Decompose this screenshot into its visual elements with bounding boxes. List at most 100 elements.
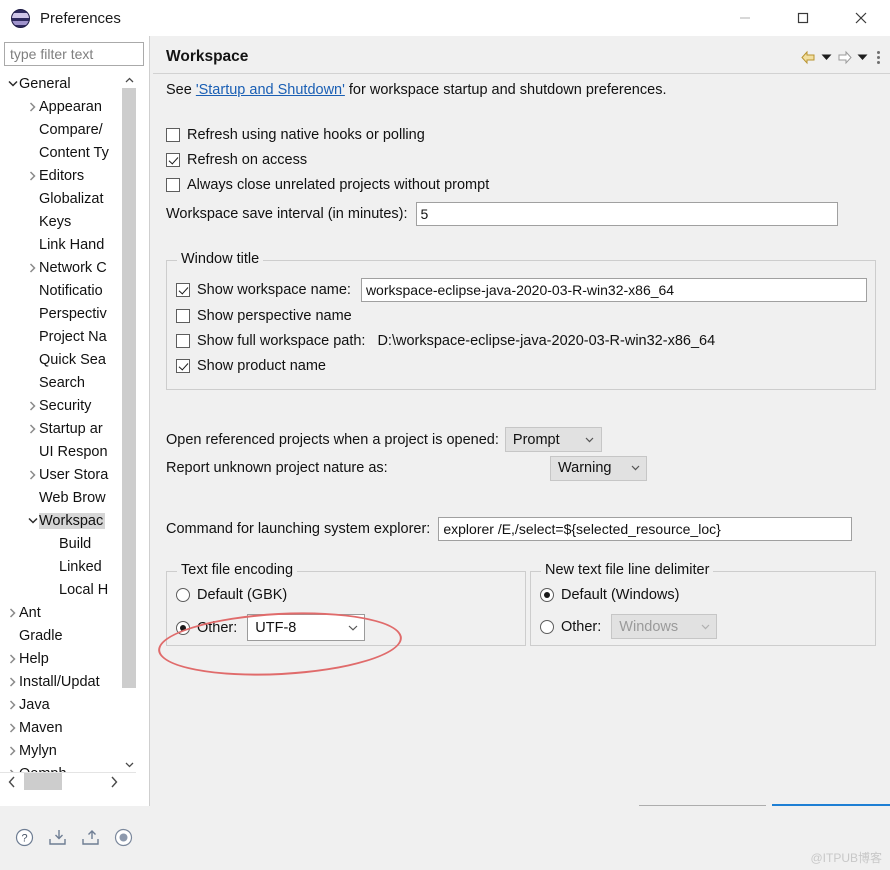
show-full-workspace-path-checkbox[interactable] <box>176 334 190 348</box>
show-product-name-row[interactable]: Show product name <box>176 358 326 374</box>
chevron-right-icon[interactable] <box>26 262 39 273</box>
sidebar-item-network-c[interactable]: Network C <box>0 256 136 279</box>
sidebar-item-link-hand[interactable]: Link Hand <box>0 233 136 256</box>
back-history-chevron-down-icon[interactable] <box>820 40 833 74</box>
show-workspace-name-checkbox[interactable] <box>176 283 190 297</box>
sidebar-item-local-h[interactable]: Local H <box>0 578 136 601</box>
chevron-right-icon[interactable] <box>6 699 19 710</box>
chevron-right-icon[interactable] <box>6 607 19 618</box>
chevron-right-icon[interactable] <box>6 653 19 664</box>
sidebar-item-general[interactable]: General <box>0 72 136 95</box>
delimiter-other-radio[interactable] <box>540 619 554 634</box>
sidebar-item-java[interactable]: Java <box>0 693 136 716</box>
sidebar-item-globalizat[interactable]: Globalizat <box>0 187 136 210</box>
chevron-down-icon[interactable] <box>6 80 19 87</box>
sidebar-item-linked[interactable]: Linked <box>0 555 136 578</box>
sidebar-item-appearan[interactable]: Appearan <box>0 95 136 118</box>
chevron-down-icon[interactable] <box>26 517 39 524</box>
close-unrelated-projects-checkbox[interactable] <box>166 178 180 192</box>
chevron-right-icon[interactable] <box>6 722 19 733</box>
show-perspective-name-row[interactable]: Show perspective name <box>176 308 352 324</box>
sidebar-item-keys[interactable]: Keys <box>0 210 136 233</box>
sidebar-item-build[interactable]: Build <box>0 532 136 555</box>
chevron-right-icon[interactable] <box>26 469 39 480</box>
delimiter-default-radio-row[interactable]: Default (Windows) <box>540 587 679 603</box>
encoding-value: UTF-8 <box>255 619 297 636</box>
tree-hscroll-thumb[interactable] <box>24 773 62 790</box>
preferences-circle-icon[interactable] <box>113 827 134 848</box>
scroll-up-icon[interactable] <box>122 72 136 88</box>
sidebar-item-workspac[interactable]: Workspac <box>0 509 136 532</box>
scroll-down-icon[interactable] <box>122 756 136 772</box>
tree-vertical-scrollbar[interactable] <box>122 72 136 772</box>
tree-horizontal-scrollbar[interactable] <box>0 772 136 790</box>
sidebar-item-search[interactable]: Search <box>0 371 136 394</box>
import-icon[interactable] <box>47 827 68 848</box>
chevron-right-icon[interactable] <box>26 170 39 181</box>
preferences-tree[interactable]: General Appearan Compare/Content Ty Editors… <box>0 72 136 772</box>
export-icon[interactable] <box>80 827 101 848</box>
sidebar-item-gradle[interactable]: Gradle <box>0 624 136 647</box>
chevron-right-icon[interactable] <box>26 400 39 411</box>
open-referenced-combo[interactable]: Prompt <box>504 427 602 452</box>
back-arrow-icon[interactable] <box>800 50 817 65</box>
forward-history-chevron-down-icon[interactable] <box>856 40 869 74</box>
sidebar-item-maven[interactable]: Maven <box>0 716 136 739</box>
sidebar-item-ui-respon[interactable]: UI Respon <box>0 440 136 463</box>
sidebar-item-label: Help <box>19 650 49 667</box>
sidebar-item-user-stora[interactable]: User Stora <box>0 463 136 486</box>
sidebar-item-oomph[interactable]: Oomph <box>0 762 136 772</box>
startup-and-shutdown-link[interactable]: 'Startup and Shutdown' <box>196 82 345 98</box>
delimiter-other-radio-row[interactable]: Other: Windows <box>540 614 718 639</box>
help-icon[interactable]: ? <box>14 827 35 848</box>
encoding-default-radio[interactable] <box>176 588 190 602</box>
minimize-icon[interactable] <box>716 0 774 36</box>
chevron-right-icon[interactable] <box>6 676 19 687</box>
chevron-right-icon[interactable] <box>6 745 19 756</box>
save-interval-input[interactable] <box>415 202 838 226</box>
sidebar-item-editors[interactable]: Editors <box>0 164 136 187</box>
sidebar-item-web-brow[interactable]: Web Brow <box>0 486 136 509</box>
show-perspective-name-checkbox[interactable] <box>176 309 190 323</box>
close-icon[interactable] <box>832 0 890 36</box>
close-unrelated-projects-checkbox-row[interactable]: Always close unrelated projects without … <box>166 177 489 193</box>
sidebar-item-security[interactable]: Security <box>0 394 136 417</box>
refresh-native-hooks-checkbox-row[interactable]: Refresh using native hooks or polling <box>166 127 425 143</box>
scroll-right-icon[interactable] <box>106 773 122 790</box>
line-delimiter-legend: New text file line delimiter <box>541 562 714 578</box>
chevron-right-icon[interactable] <box>26 423 39 434</box>
delimiter-default-radio[interactable] <box>540 588 554 602</box>
encoding-other-radio[interactable] <box>176 620 190 635</box>
encoding-other-radio-row[interactable]: Other: UTF-8 <box>176 614 366 641</box>
refresh-on-access-checkbox-row[interactable]: Refresh on access <box>166 152 307 168</box>
sidebar-item-label: Gradle <box>19 627 63 644</box>
refresh-native-hooks-checkbox[interactable] <box>166 128 180 142</box>
kebab-menu-icon[interactable] <box>872 40 884 74</box>
forward-arrow-icon[interactable] <box>836 50 853 65</box>
report-nature-combo[interactable]: Warning <box>550 455 647 481</box>
sidebar-item-mylyn[interactable]: Mylyn <box>0 739 136 762</box>
show-product-name-checkbox[interactable] <box>176 359 190 373</box>
maximize-icon[interactable] <box>774 0 832 36</box>
sidebar-item-quick-sea[interactable]: Quick Sea <box>0 348 136 371</box>
filter-input[interactable] <box>4 42 144 66</box>
sidebar-item-compare[interactable]: Compare/ <box>0 118 136 141</box>
sidebar-item-project-na[interactable]: Project Na <box>0 325 136 348</box>
sidebar-item-startup-ar[interactable]: Startup ar <box>0 417 136 440</box>
refresh-on-access-checkbox[interactable] <box>166 153 180 167</box>
sidebar-item-help[interactable]: Help <box>0 647 136 670</box>
show-workspace-name-row[interactable]: Show workspace name: <box>176 278 867 302</box>
sidebar-item-content-ty[interactable]: Content Ty <box>0 141 136 164</box>
explorer-command-input[interactable] <box>438 517 853 541</box>
sidebar-item-install-updat[interactable]: Install/Updat <box>0 670 136 693</box>
workspace-name-input[interactable] <box>360 278 867 302</box>
encoding-combo[interactable]: UTF-8 <box>247 614 366 641</box>
show-full-workspace-path-row[interactable]: Show full workspace path: D:\workspace-e… <box>176 333 715 349</box>
sidebar-item-ant[interactable]: Ant <box>0 601 136 624</box>
scroll-left-icon[interactable] <box>4 773 20 790</box>
sidebar-item-notificatio[interactable]: Notificatio <box>0 279 136 302</box>
sidebar-item-perspectiv[interactable]: Perspectiv <box>0 302 136 325</box>
encoding-default-radio-row[interactable]: Default (GBK) <box>176 587 287 603</box>
chevron-right-icon[interactable] <box>26 101 39 112</box>
tree-scroll-thumb[interactable] <box>122 88 136 688</box>
